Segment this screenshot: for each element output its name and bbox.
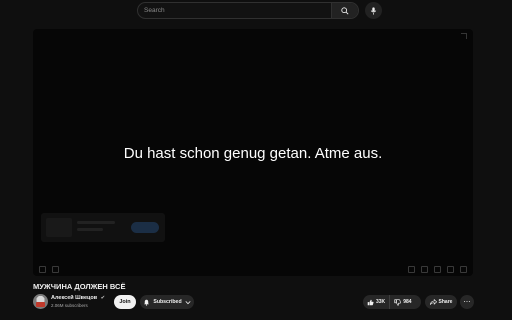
subscribed-label: Subscribed: [153, 299, 182, 305]
like-dislike-group: 33K 984: [363, 295, 421, 309]
video-caption: Du hast schon genug getan. Atme aus.: [123, 145, 383, 162]
watch-page: Du hast schon genug getan. Atme aus. МУЖ…: [0, 0, 512, 320]
join-label: Join: [119, 299, 131, 305]
avatar-badge: [36, 302, 45, 307]
card-text-line: [77, 228, 103, 231]
share-button[interactable]: Share: [425, 295, 457, 309]
voice-search-button[interactable]: [365, 2, 382, 19]
channel-avatar[interactable]: [33, 294, 48, 309]
end-screen-card: [41, 213, 165, 242]
bell-icon: [143, 299, 150, 306]
search-box: [137, 2, 359, 19]
more-icon: ⋯: [463, 298, 471, 306]
chevron-down-icon: [185, 300, 191, 305]
microphone-icon: [370, 6, 377, 15]
play-icon: [39, 265, 46, 273]
dislike-button[interactable]: 984: [390, 295, 415, 309]
video-title: МУЖЧИНА ДОЛЖЕН ВСЁ: [33, 282, 126, 291]
channel-name[interactable]: Алексей Швецов: [51, 295, 97, 301]
card-text-line: [77, 221, 115, 224]
volume-icon: [52, 265, 59, 273]
player-corner-icon: [461, 33, 467, 39]
miniplayer-icon: [434, 265, 441, 273]
subscribed-button[interactable]: Subscribed: [140, 295, 194, 309]
player-controls: [33, 262, 473, 276]
verified-icon: ✔: [100, 295, 105, 301]
captions-icon: [408, 265, 415, 273]
search-input[interactable]: [138, 3, 331, 18]
like-button[interactable]: 33K: [363, 295, 391, 309]
search-icon: [341, 6, 349, 15]
thumbs-down-icon: [394, 298, 402, 306]
channel-name-row: Алексей Швецов ✔: [51, 295, 105, 301]
fullscreen-icon: [460, 265, 467, 273]
dislike-count: 984: [403, 299, 412, 305]
masthead-search: [137, 2, 382, 19]
video-player[interactable]: Du hast schon genug getan. Atme aus.: [33, 29, 473, 276]
more-actions-button[interactable]: ⋯: [460, 295, 474, 309]
share-icon: [429, 299, 437, 305]
theater-icon: [447, 265, 454, 273]
settings-icon: [421, 265, 428, 273]
search-button[interactable]: [331, 3, 358, 18]
thumbs-up-icon: [367, 299, 374, 306]
card-button: [131, 222, 159, 233]
like-count: 33K: [376, 299, 386, 305]
card-thumbnail: [46, 218, 72, 237]
join-button[interactable]: Join: [114, 295, 136, 309]
share-label: Share: [438, 299, 453, 305]
subscriber-count: 2.06M subscribers: [51, 303, 88, 308]
